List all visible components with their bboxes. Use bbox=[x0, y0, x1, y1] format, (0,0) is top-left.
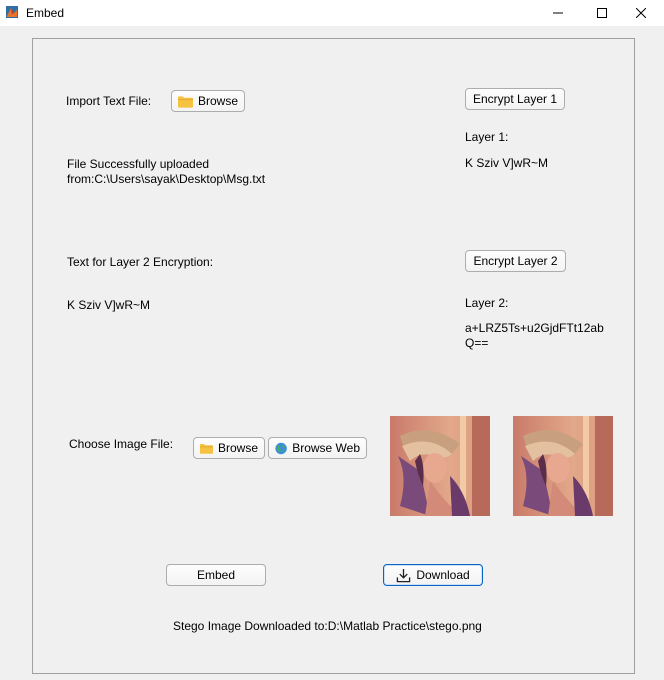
layer2-input-value: K Sziv V]wR~M bbox=[67, 298, 151, 312]
browse-image-button[interactable]: Browse bbox=[193, 437, 265, 459]
encrypt-layer2-button[interactable]: Encrypt Layer 2 bbox=[465, 250, 566, 272]
stego-image bbox=[513, 416, 613, 516]
encrypt-layer1-button-label: Encrypt Layer 1 bbox=[472, 92, 558, 106]
main-panel bbox=[32, 38, 635, 674]
browse-web-button[interactable]: Browse Web bbox=[268, 437, 367, 459]
encrypt-layer2-button-label: Encrypt Layer 2 bbox=[473, 254, 558, 268]
embed-button[interactable]: Embed bbox=[166, 564, 266, 586]
download-status: Stego Image Downloaded to:D:\Matlab Prac… bbox=[173, 619, 482, 633]
maximize-icon bbox=[597, 8, 607, 18]
minimize-button[interactable] bbox=[535, 0, 581, 26]
window-title: Embed bbox=[26, 6, 65, 20]
download-icon bbox=[397, 568, 411, 582]
layer1-title: Layer 1: bbox=[465, 130, 509, 144]
browse-web-button-label: Browse Web bbox=[292, 441, 360, 455]
layer2-input-label: Text for Layer 2 Encryption: bbox=[67, 255, 214, 269]
cover-image bbox=[390, 416, 490, 516]
layer1-value: K Sziv V]wR~M bbox=[465, 156, 549, 170]
choose-image-label: Choose Image File: bbox=[69, 437, 174, 451]
title-bar: Embed bbox=[0, 0, 664, 26]
folder-icon bbox=[200, 443, 213, 454]
layer2-value-line2: Q== bbox=[465, 336, 489, 350]
upload-status-line1: File Successfully uploaded bbox=[67, 157, 210, 171]
matlab-app-icon bbox=[6, 6, 18, 18]
close-icon bbox=[636, 8, 646, 18]
close-button[interactable] bbox=[618, 0, 664, 26]
layer2-title: Layer 2: bbox=[465, 296, 509, 310]
browse-text-button[interactable]: Browse bbox=[171, 90, 245, 112]
browse-image-button-label: Browse bbox=[217, 441, 258, 455]
encrypt-layer1-button[interactable]: Encrypt Layer 1 bbox=[465, 88, 565, 110]
download-button-label: Download bbox=[416, 568, 470, 582]
embed-button-label: Embed bbox=[196, 568, 236, 582]
folder-icon bbox=[178, 95, 193, 108]
download-button[interactable]: Download bbox=[383, 564, 483, 586]
upload-status-line2: from:C:\Users\sayak\Desktop\Msg.txt bbox=[67, 172, 266, 186]
browse-text-button-label: Browse bbox=[197, 94, 238, 108]
layer2-value-line1: a+LRZ5Ts+u2GjdFTt12ab bbox=[465, 321, 604, 335]
minimize-icon bbox=[553, 12, 563, 14]
import-text-label: Import Text File: bbox=[66, 94, 152, 108]
globe-icon bbox=[275, 442, 287, 454]
